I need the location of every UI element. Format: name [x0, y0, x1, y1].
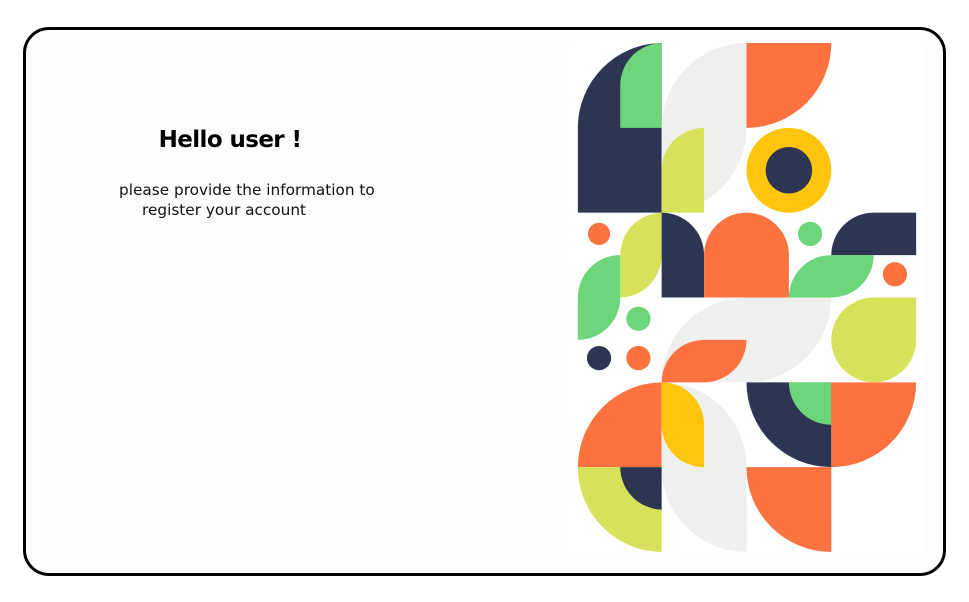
- lime-drop-shape: [831, 297, 917, 383]
- geometric-pattern-illustration: [569, 42, 926, 554]
- orange-dot-shape: [587, 222, 611, 245]
- green-dot-shape: [797, 221, 823, 246]
- greeting-section: Hello user !: [26, 126, 434, 154]
- subtitle-line-2: register your account: [142, 201, 307, 219]
- orange-dot-shape: [882, 262, 908, 287]
- greeting-subtitle: please provide the information to regist…: [119, 180, 389, 220]
- orange-dot-shape: [626, 345, 651, 371]
- subtitle-line-1: please provide the information to: [119, 181, 375, 199]
- orange-dome-shape: [704, 212, 789, 298]
- navy-dot-shape: [765, 147, 813, 194]
- page-title: Hello user !: [158, 127, 302, 153]
- navy-dot-shape: [586, 345, 612, 371]
- register-card: Hello user ! please provide the informat…: [23, 27, 946, 576]
- green-dot-shape: [626, 306, 651, 331]
